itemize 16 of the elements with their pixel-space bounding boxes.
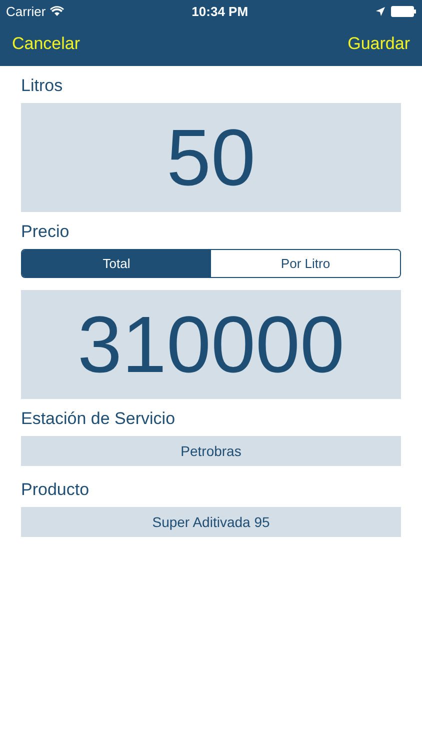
product-label: Producto (21, 480, 90, 500)
segment-tab[interactable]: Total (22, 250, 211, 277)
save-button[interactable]: Guardar (348, 34, 410, 54)
cancel-button[interactable]: Cancelar (12, 34, 80, 54)
product-field[interactable]: Super Aditivada 95 (21, 507, 401, 537)
status-time: 10:34 PM (192, 4, 248, 18)
liters-value[interactable]: 50 (21, 103, 401, 212)
station-field[interactable]: Petrobras (21, 436, 401, 466)
carrier-label: Carrier (6, 4, 46, 18)
wifi-icon (50, 6, 64, 16)
battery-icon (390, 6, 416, 16)
station-label: Estación de Servicio (21, 409, 176, 429)
liters-label: Litros (21, 76, 64, 96)
location-arrow-icon (376, 6, 385, 16)
price-label: Precio (21, 222, 70, 242)
price-value[interactable]: 310000 (21, 290, 401, 399)
